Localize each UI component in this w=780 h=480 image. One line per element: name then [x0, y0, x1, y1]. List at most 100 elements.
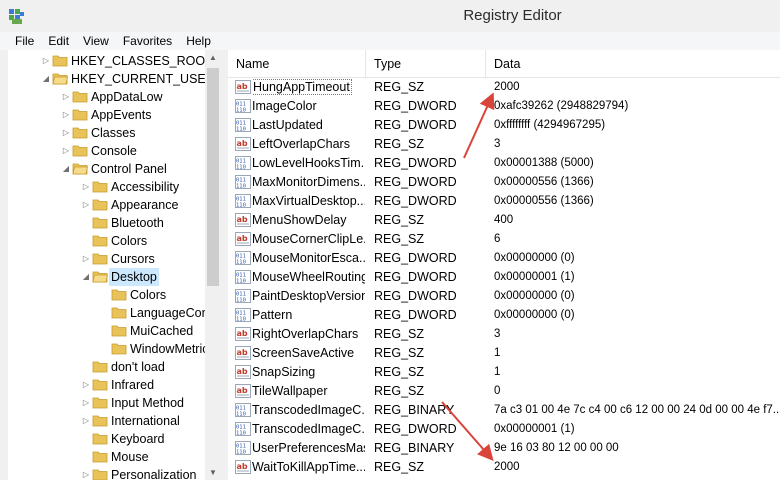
- value-name-cell: PaintDesktopVersion: [252, 287, 365, 306]
- tree-item[interactable]: ▷ Appearance: [8, 196, 222, 214]
- tree-item[interactable]: ▷ Classes: [8, 124, 222, 142]
- tree-item[interactable]: ▷ AppEvents: [8, 106, 222, 124]
- expand-arrow-icon[interactable]: ▷: [62, 106, 70, 124]
- tree-item[interactable]: ▷ HKEY_CLASSES_ROOT: [8, 52, 222, 70]
- expand-arrow-icon[interactable]: ▷: [82, 412, 90, 430]
- expand-arrow-icon[interactable]: ▷: [82, 196, 90, 214]
- tree-item[interactable]: ▷ Cursors: [8, 250, 222, 268]
- tree-item[interactable]: ▷ Console: [8, 142, 222, 160]
- value-data: 0x00000000 (0): [494, 290, 575, 302]
- tree-item[interactable]: LanguageConf: [8, 304, 222, 322]
- expand-arrow-icon[interactable]: ▷: [82, 250, 90, 268]
- tree-item[interactable]: Colors: [8, 286, 222, 304]
- scroll-up-icon[interactable]: ▲: [209, 53, 217, 62]
- tree-item[interactable]: ◢ HKEY_CURRENT_USER: [8, 70, 222, 88]
- svg-text:110: 110: [236, 165, 246, 171]
- expand-arrow-icon[interactable]: ▷: [82, 376, 90, 394]
- menu-help[interactable]: Help: [179, 32, 218, 50]
- value-row[interactable]: 011 110 MouseMonitorEsca... REG_DWORD 0x00…: [228, 249, 780, 268]
- expand-arrow-icon[interactable]: ▷: [42, 52, 50, 70]
- tree-item[interactable]: WindowMetric: [8, 340, 222, 358]
- tree-item[interactable]: ▷ AppDataLow: [8, 88, 222, 106]
- value-name-cell: WaitToKillAppTime...: [252, 458, 365, 477]
- scrollbar-thumb[interactable]: [207, 68, 219, 286]
- tree-item[interactable]: ▷ Personalization: [8, 466, 222, 480]
- folder-icon: [92, 216, 108, 229]
- column-type-header[interactable]: Type: [366, 50, 486, 77]
- tree-item-label: Control Panel: [91, 162, 167, 176]
- value-row[interactable]: ab RightOverlapChars REG_SZ 3: [228, 325, 780, 344]
- value-name: PaintDesktopVersion: [252, 289, 365, 303]
- value-row[interactable]: ab TileWallpaper REG_SZ 0: [228, 382, 780, 401]
- expand-arrow-icon[interactable]: ▷: [62, 124, 70, 142]
- menu-favorites[interactable]: Favorites: [116, 32, 179, 50]
- value-row[interactable]: 011 110 TranscodedImageC... REG_DWORD 0x00…: [228, 420, 780, 439]
- title-bar[interactable]: Registry Editor: [0, 0, 780, 32]
- value-name: UserPreferencesMask: [252, 441, 365, 455]
- value-row[interactable]: 011 110 MaxMonitorDimens... REG_DWORD 0x00…: [228, 173, 780, 192]
- registry-key-tree[interactable]: ▷ HKEY_CLASSES_ROOT ◢ HKEY_CURRENT_USER ▷ …: [8, 50, 223, 480]
- value-name-cell: MaxVirtualDesktop...: [252, 192, 365, 211]
- scroll-down-icon[interactable]: ▼: [209, 468, 217, 477]
- tree-item[interactable]: ▷ Infrared: [8, 376, 222, 394]
- tree-item[interactable]: Colors: [8, 232, 222, 250]
- tree-item[interactable]: ◢ Desktop: [8, 268, 222, 286]
- tree-item[interactable]: ▷ Input Method: [8, 394, 222, 412]
- menu-edit[interactable]: Edit: [41, 32, 76, 50]
- string-value-icon: ab: [235, 384, 251, 398]
- tree-item-label: Colors: [111, 234, 148, 248]
- tree-item[interactable]: MuiCached: [8, 322, 222, 340]
- value-row[interactable]: ab MenuShowDelay REG_SZ 400: [228, 211, 780, 230]
- expand-arrow-icon[interactable]: ▷: [62, 142, 70, 160]
- tree-item[interactable]: Mouse: [8, 448, 222, 466]
- expand-arrow-icon[interactable]: ▷: [62, 88, 70, 106]
- tree-item[interactable]: Bluetooth: [8, 214, 222, 232]
- value-name: WaitToKillAppTime...: [252, 460, 365, 474]
- folder-icon: [92, 198, 108, 211]
- values-list[interactable]: Name Type Data ab HungAppTimeout REG_SZ 20…: [228, 50, 780, 480]
- collapse-arrow-icon[interactable]: ◢: [42, 70, 50, 88]
- value-row[interactable]: 011 110 MouseWheelRouting REG_DWORD 0x0000…: [228, 268, 780, 287]
- value-name-cell: MouseMonitorEsca...: [252, 249, 365, 268]
- tree-item[interactable]: ▷ International: [8, 412, 222, 430]
- value-row[interactable]: 011 110 Pattern REG_DWORD 0x00000000 (0): [228, 306, 780, 325]
- value-name: TranscodedImageC...: [252, 403, 365, 417]
- value-row[interactable]: ab ScreenSaveActive REG_SZ 1: [228, 344, 780, 363]
- value-name: LeftOverlapChars: [252, 137, 350, 151]
- column-name-header[interactable]: Name: [228, 50, 366, 77]
- value-row[interactable]: 011 110 LowLevelHooksTim... REG_DWORD 0x00…: [228, 154, 780, 173]
- value-row[interactable]: ab HungAppTimeout REG_SZ 2000: [228, 78, 780, 97]
- tree-item[interactable]: Keyboard: [8, 430, 222, 448]
- value-row[interactable]: 011 110 UserPreferencesMask REG_BINARY 9e …: [228, 439, 780, 458]
- collapse-arrow-icon[interactable]: ◢: [62, 160, 70, 178]
- value-row[interactable]: 011 110 MaxVirtualDesktop... REG_DWORD 0x0…: [228, 192, 780, 211]
- value-row[interactable]: 011 110 TranscodedImageC... REG_BINARY 7a …: [228, 401, 780, 420]
- tree-item[interactable]: ◢ Control Panel: [8, 160, 222, 178]
- menu-file[interactable]: File: [0, 32, 41, 50]
- value-name-cell: MouseCornerClipLe...: [252, 230, 365, 249]
- value-row[interactable]: 011 110 LastUpdated REG_DWORD 0xffffffff (…: [228, 116, 780, 135]
- tree-vertical-scrollbar[interactable]: ▲ ▼: [205, 50, 222, 480]
- value-row[interactable]: 011 110 ImageColor REG_DWORD 0xafc39262 (2…: [228, 97, 780, 116]
- expand-arrow-icon[interactable]: ▷: [82, 466, 90, 480]
- svg-text:110: 110: [236, 431, 246, 437]
- value-name-cell: Pattern: [252, 306, 365, 325]
- value-row[interactable]: ab SnapSizing REG_SZ 1: [228, 363, 780, 382]
- folder-icon: [92, 468, 108, 480]
- tree-item[interactable]: don't load: [8, 358, 222, 376]
- value-row[interactable]: 011 110 PaintDesktopVersion REG_DWORD 0x00…: [228, 287, 780, 306]
- value-row[interactable]: ab LeftOverlapChars REG_SZ 3: [228, 135, 780, 154]
- string-value-icon: ab: [235, 213, 251, 227]
- value-row[interactable]: ab MouseCornerClipLe... REG_SZ 6: [228, 230, 780, 249]
- string-value-icon: ab: [235, 232, 251, 246]
- expand-arrow-icon[interactable]: ▷: [82, 178, 90, 196]
- binary-value-icon: 011 110: [235, 270, 251, 285]
- tree-item[interactable]: ▷ Accessibility: [8, 178, 222, 196]
- value-row[interactable]: ab WaitToKillAppTime... REG_SZ 2000: [228, 458, 780, 477]
- value-data: 2000: [494, 81, 520, 93]
- binary-value-icon: 011 110: [235, 289, 251, 304]
- column-data-header[interactable]: Data: [486, 50, 780, 77]
- menu-view[interactable]: View: [76, 32, 116, 50]
- collapse-arrow-icon[interactable]: ◢: [82, 268, 90, 286]
- expand-arrow-icon[interactable]: ▷: [82, 394, 90, 412]
